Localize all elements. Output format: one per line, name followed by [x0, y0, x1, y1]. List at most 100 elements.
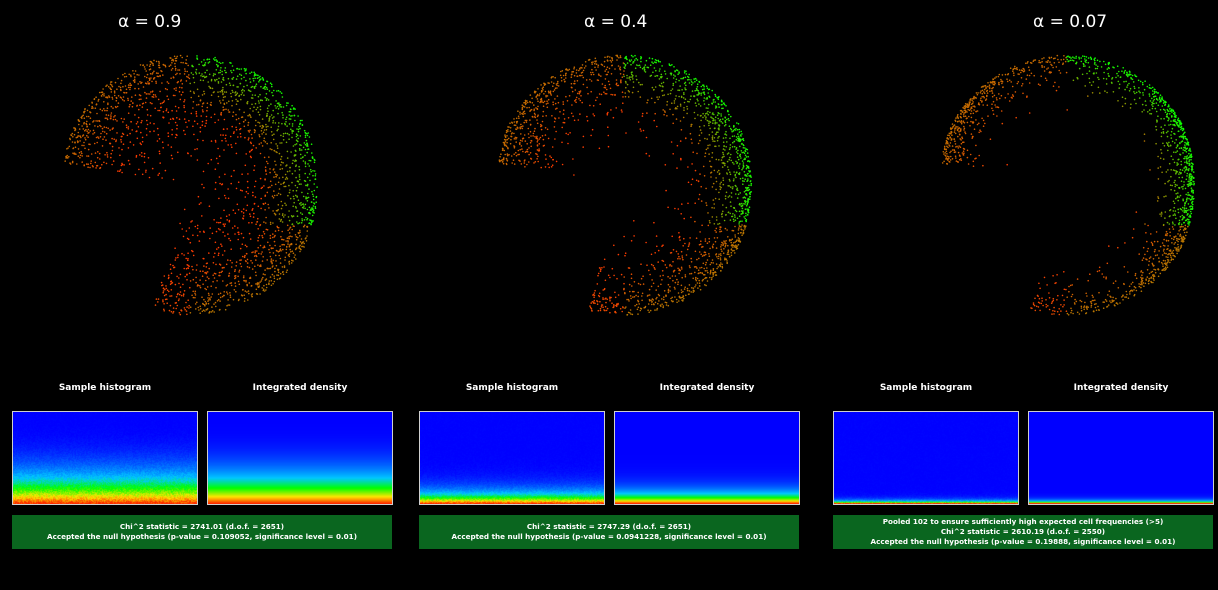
sample-point — [687, 166, 689, 168]
sample-point — [146, 123, 149, 126]
sample-point — [682, 97, 685, 99]
sample-point — [129, 82, 131, 85]
sample-point — [712, 269, 715, 271]
sample-point — [223, 209, 225, 212]
sample-point — [189, 286, 191, 289]
sample-point — [235, 93, 238, 96]
sample-point — [703, 92, 705, 94]
sample-point — [83, 144, 85, 147]
sample-point — [244, 297, 246, 300]
sample-point — [214, 79, 216, 81]
sample-point — [544, 134, 547, 136]
sample-point — [505, 163, 508, 166]
sample-point — [237, 227, 239, 229]
sample-point — [214, 56, 216, 59]
sample-point — [86, 130, 88, 132]
sample-point — [175, 110, 178, 112]
sample-point — [748, 206, 751, 208]
sample-point — [1053, 306, 1055, 309]
sample-point — [103, 126, 106, 128]
sample-point — [726, 166, 729, 168]
sample-point — [255, 288, 258, 291]
sample-point — [235, 129, 238, 131]
sample-point — [991, 107, 993, 110]
sample-point — [729, 137, 731, 140]
sample-point — [720, 246, 722, 248]
sample-point — [958, 131, 960, 133]
sample-point — [677, 253, 679, 255]
sample-point — [731, 215, 733, 218]
sample-point — [189, 82, 191, 85]
sample-point — [267, 186, 270, 189]
sample-point — [1039, 84, 1041, 86]
sample-point — [1107, 75, 1110, 77]
sample-point — [1177, 119, 1179, 121]
sample-point — [269, 180, 272, 183]
sample-point — [237, 136, 239, 138]
sample-point — [192, 101, 195, 103]
sample-point — [121, 148, 123, 151]
sample-point — [730, 153, 732, 156]
sample-point — [222, 231, 224, 233]
sample-point — [739, 145, 741, 148]
sample-point — [1058, 86, 1060, 88]
sample-point — [295, 258, 297, 260]
sample-point — [526, 163, 528, 166]
sample-point — [181, 252, 183, 255]
sample-point — [542, 138, 545, 141]
sample-point — [106, 156, 109, 158]
sample-point — [187, 76, 189, 79]
sample-point — [677, 283, 679, 286]
sample-point — [632, 296, 634, 298]
sample-point — [300, 149, 303, 151]
sample-point — [86, 155, 88, 157]
sample-point — [201, 109, 204, 111]
sample-point — [89, 143, 91, 146]
sample-point — [113, 90, 116, 92]
sample-point — [623, 287, 625, 290]
sample-point — [196, 58, 199, 60]
sample-point — [141, 155, 143, 157]
sample-point — [195, 71, 197, 73]
sample-point — [734, 252, 736, 254]
sample-point — [631, 71, 633, 73]
sample-point — [179, 98, 182, 101]
sample-point — [167, 98, 170, 101]
sample-point — [737, 158, 740, 161]
sample-point — [299, 149, 301, 151]
sample-point — [229, 294, 232, 296]
sample-point — [223, 194, 226, 197]
sample-point — [1126, 86, 1128, 88]
sample-point — [676, 144, 679, 147]
sample-point — [281, 266, 284, 268]
sample-point — [296, 180, 299, 182]
sample-point — [260, 99, 262, 101]
sample-point — [257, 286, 259, 288]
sample-point — [187, 152, 189, 154]
sample-point — [660, 283, 662, 286]
sample-point — [1119, 302, 1121, 304]
sample-point — [314, 207, 317, 209]
sample-point — [153, 130, 155, 132]
sample-point — [243, 279, 245, 282]
sample-point — [168, 65, 171, 67]
sample-point — [260, 85, 262, 88]
sample-point — [979, 129, 981, 131]
sample-point — [152, 64, 154, 67]
sample-point — [293, 108, 295, 110]
sample-point — [614, 311, 616, 313]
sample-point — [617, 65, 620, 67]
sample-point — [237, 117, 240, 120]
sample-point — [732, 213, 734, 215]
sample-point — [93, 142, 96, 145]
sample-point — [161, 284, 164, 286]
sample-point — [688, 73, 690, 76]
sample-point — [190, 72, 193, 74]
sample-point — [552, 103, 555, 106]
sample-point — [972, 160, 975, 163]
sample-point — [678, 269, 680, 272]
sample-point — [1168, 223, 1171, 225]
sample-point — [289, 108, 292, 110]
sample-point — [297, 222, 299, 225]
sample-point — [556, 82, 559, 84]
